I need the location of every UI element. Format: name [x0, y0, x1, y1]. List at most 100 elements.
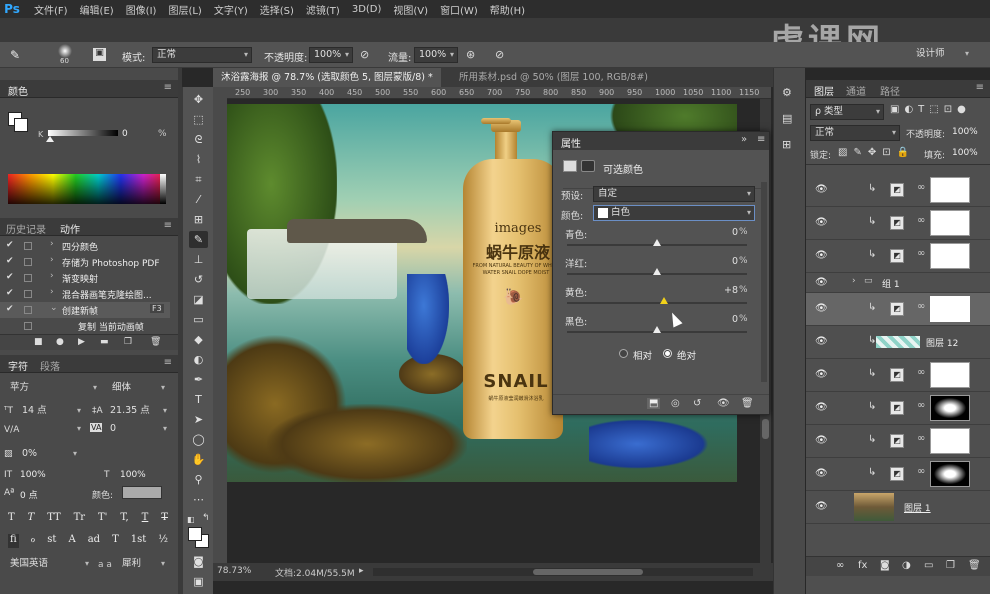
menu-3d[interactable]: 3D(D) — [352, 4, 382, 15]
link-icon[interactable]: ∞ — [917, 367, 925, 378]
clone-source-icon[interactable]: ⊞ — [782, 138, 791, 151]
group-expand-icon[interactable]: › — [852, 276, 856, 286]
layer-mask-thumbnail[interactable] — [930, 296, 970, 322]
all-caps-button[interactable]: TT — [47, 512, 61, 526]
brush-tool-icon[interactable]: ✎ — [189, 231, 208, 248]
lasso-tool-icon[interactable]: ᘓ — [189, 131, 208, 148]
visibility-eye-icon[interactable]: 👁 — [815, 303, 828, 314]
panel-menu-icon[interactable]: ≡ — [757, 134, 765, 145]
visibility-eye-icon[interactable]: 👁 — [815, 184, 828, 195]
eraser-tool-icon[interactable]: ◪ — [189, 291, 208, 308]
check-icon[interactable]: ✔ — [6, 240, 14, 250]
link-icon[interactable]: ∞ — [917, 182, 925, 193]
expand-arrow-icon[interactable]: › — [50, 271, 54, 281]
link-icon[interactable]: ∞ — [917, 248, 925, 259]
antialias-select[interactable]: 犀利 ▾ — [118, 557, 168, 573]
brush-panel-icon[interactable]: ▣ — [93, 48, 106, 61]
more-tools-icon[interactable]: ⋯ — [189, 491, 208, 508]
record-icon[interactable]: ● — [56, 337, 64, 347]
menu-filter[interactable]: 滤镜(T) — [306, 2, 340, 17]
tab-layers[interactable]: 图层 — [814, 83, 834, 98]
pressure-opacity-icon[interactable]: ⊘ — [360, 48, 369, 61]
baseline-value[interactable]: 0 点 — [20, 488, 38, 501]
k-value[interactable]: 0 — [122, 129, 142, 141]
layer-row[interactable]: 👁 ↳ ◩ ∞ — [806, 425, 990, 458]
new-group-icon[interactable]: ▭ — [924, 560, 933, 571]
slider-value[interactable]: 0 — [688, 227, 738, 238]
menu-layer[interactable]: 图层(L) — [168, 2, 201, 17]
clip-to-layer-icon[interactable]: ⬒ — [647, 398, 661, 409]
slider-thumb[interactable] — [653, 326, 661, 333]
tracking-input[interactable]: 0 ▾ — [106, 422, 170, 438]
quick-mask-icon[interactable]: ◙ — [189, 553, 208, 570]
dialog-toggle-icon[interactable] — [24, 322, 32, 330]
menu-edit[interactable]: 编辑(E) — [80, 2, 114, 17]
character-tab[interactable]: 字符 — [8, 358, 28, 373]
action-item[interactable]: ✔ › 渐变映射 — [0, 270, 170, 286]
blur-tool-icon[interactable]: ◆ — [189, 331, 208, 348]
layer-mask-thumbnail[interactable] — [930, 210, 970, 236]
zoom-level[interactable]: 78.73% — [217, 566, 251, 576]
action-item[interactable]: ✔ › 存储为 Photoshop PDF — [0, 254, 170, 270]
delete-layer-icon[interactable]: 🗑 — [968, 560, 981, 571]
kerning-select[interactable]: ▾ — [22, 422, 84, 438]
layer-row[interactable]: 👁 › ▭ 组 1 — [806, 273, 990, 293]
expand-arrow-icon[interactable]: ⌄ — [50, 303, 58, 313]
layer-row[interactable]: 👁 ↳ ◩ ∞ — [806, 458, 990, 491]
layer-comps-icon[interactable]: ▤ — [782, 112, 792, 125]
frame-tool-icon[interactable]: ⊞ — [189, 211, 208, 228]
tab-paths[interactable]: 路径 — [880, 83, 900, 98]
trash-icon[interactable]: 🗑 — [150, 337, 161, 347]
hscale-value[interactable]: 100% — [120, 470, 146, 480]
check-icon[interactable]: ✔ — [6, 288, 14, 298]
check-icon[interactable]: ✔ — [6, 256, 14, 266]
subscript-button[interactable]: T, — [120, 512, 128, 526]
quick-select-tool-icon[interactable]: ⌇ — [189, 151, 208, 168]
vscale-value[interactable]: 100% — [20, 470, 46, 480]
slider-thumb[interactable] — [660, 297, 669, 304]
default-colors-icon[interactable]: ◧ — [187, 515, 195, 524]
visibility-eye-icon[interactable]: 👁 — [815, 336, 828, 347]
strikethrough-button[interactable]: T — [161, 512, 168, 526]
view-previous-icon[interactable]: ◎ — [671, 398, 680, 409]
layer-row[interactable]: 👁 ↳ ◩ ∞ — [806, 293, 990, 326]
opacity-input[interactable]: 100% ▾ — [309, 47, 353, 63]
visibility-eye-icon[interactable]: 👁 — [815, 435, 828, 446]
vertical-scroll-thumb[interactable] — [762, 419, 769, 439]
superscript-button[interactable]: T' — [98, 512, 107, 526]
crop-tool-icon[interactable]: ⌗ — [189, 171, 208, 188]
horizontal-scrollbar[interactable] — [373, 568, 753, 576]
horizontal-scroll-thumb[interactable] — [533, 569, 643, 575]
visibility-eye-icon[interactable]: 👁 — [815, 468, 828, 479]
actions-tab[interactable]: 动作 — [60, 221, 80, 236]
layer-mask-icon[interactable] — [581, 160, 595, 172]
marquee-tool-icon[interactable]: ⬚ — [189, 111, 208, 128]
fraction-button[interactable]: ½ — [158, 534, 168, 548]
pressure-size-icon[interactable]: ⊘ — [495, 48, 504, 61]
layer-row[interactable]: 👁 图层 1 — [806, 491, 990, 524]
flow-input[interactable]: 100% ▾ — [414, 47, 458, 63]
type-tool-icon[interactable]: T — [189, 391, 208, 408]
panel-menu-icon[interactable]: ≡ — [164, 220, 172, 231]
link-icon[interactable]: ∞ — [836, 560, 844, 571]
leading-input[interactable]: 21.35 点 ▾ — [106, 404, 170, 420]
new-action-icon[interactable]: ❐ — [124, 337, 132, 347]
faux-italic-button[interactable]: T — [28, 512, 35, 526]
k-slider-thumb[interactable] — [46, 136, 54, 142]
brush-icon[interactable]: ✎ — [10, 48, 20, 62]
menu-view[interactable]: 视图(V) — [393, 2, 428, 17]
gradient-tool-icon[interactable]: ▭ — [189, 311, 208, 328]
slider-thumb[interactable] — [653, 268, 661, 275]
dialog-toggle-icon[interactable] — [24, 290, 32, 298]
ligature-button[interactable]: fi — [8, 534, 19, 548]
fx-icon[interactable]: fx — [858, 560, 867, 571]
layer-mask-thumbnail[interactable] — [930, 177, 970, 203]
visibility-eye-icon[interactable]: 👁 — [815, 501, 828, 512]
layer-row[interactable]: 👁 ↳ ◩ ∞ — [806, 240, 990, 273]
layer-mask-thumbnail[interactable] — [930, 395, 970, 421]
menu-image[interactable]: 图像(I) — [126, 2, 157, 17]
new-set-icon[interactable]: ▬ — [100, 337, 109, 347]
layer-row[interactable]: 👁 ↳ 图层 12 — [806, 326, 990, 359]
font-family-select[interactable]: 苹方 ▾ — [6, 381, 100, 397]
shape-tool-icon[interactable]: ◯ — [189, 431, 208, 448]
